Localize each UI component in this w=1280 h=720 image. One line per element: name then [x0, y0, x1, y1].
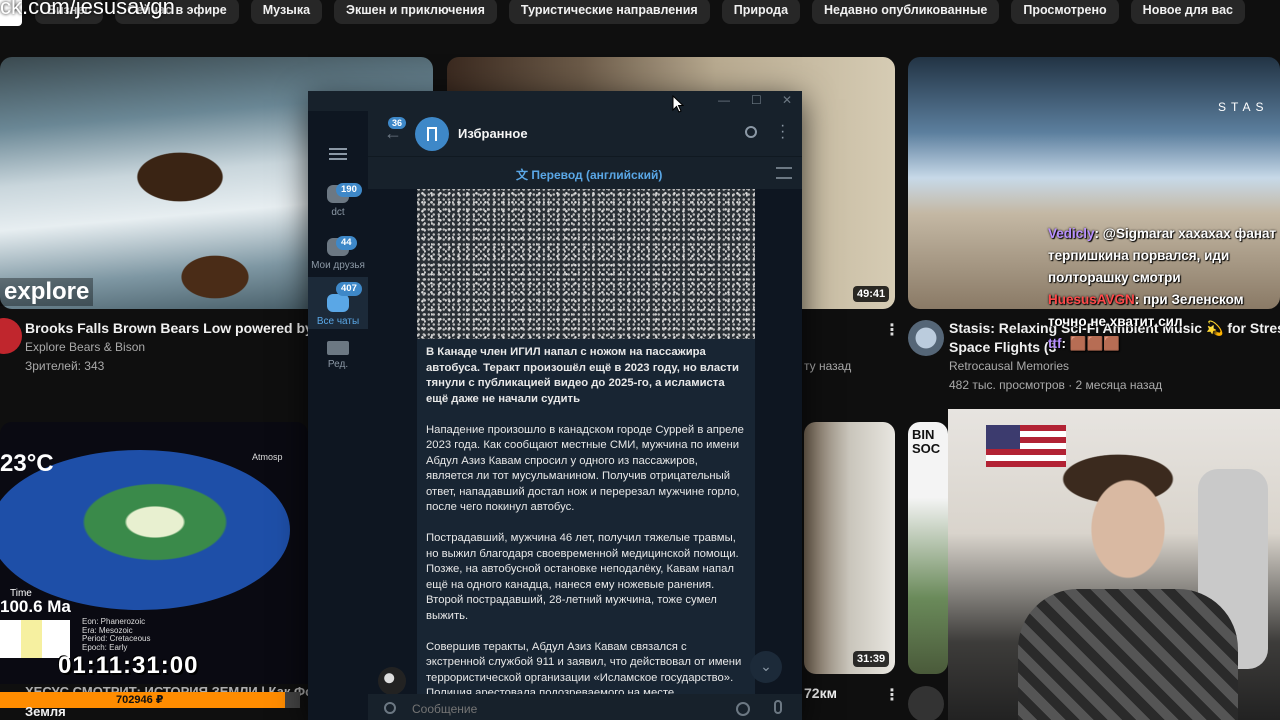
more-options-icon[interactable]: ⋮	[884, 320, 900, 340]
more-options-icon[interactable]: ⋮	[884, 685, 900, 705]
chat-nick: ttf	[1048, 336, 1062, 351]
stream-url-overlay: ck.com/jesusavgn	[0, 0, 175, 19]
bookmark-icon	[427, 127, 437, 141]
unread-badge: 190	[336, 183, 362, 197]
message-input[interactable]	[412, 700, 712, 718]
stream-timer: 01:11:31:00	[58, 652, 199, 679]
video-meta-bears: Brooks Falls Brown Bears Low powered by …	[25, 319, 335, 376]
channel-avatar[interactable]	[908, 686, 944, 720]
folder-sidebar: dct 190 Мои друзья 44 Все чаты 407 Ред.	[308, 111, 368, 720]
unread-badge: 44	[336, 236, 357, 250]
chat-nick: HuesusAVGN	[1048, 292, 1135, 307]
channel-avatar[interactable]	[908, 320, 944, 356]
emoji-icon[interactable]	[736, 702, 750, 716]
translate-settings-icon[interactable]	[776, 167, 792, 179]
folder-label: Мои друзья	[311, 260, 365, 271]
video-title-fragment[interactable]: 72км	[804, 684, 837, 703]
microphone-icon[interactable]	[774, 700, 782, 714]
message-paragraph: Пострадавший, мужчина 46 лет, получил тя…	[426, 532, 739, 622]
folder-label: Ред.	[327, 359, 349, 370]
message-text: В Канаде член ИГИЛ напал с ножом на пасс…	[417, 339, 755, 694]
search-icon[interactable]	[745, 126, 757, 138]
video-views: Зрителей: 343	[25, 359, 105, 373]
streamer-shirt	[1018, 589, 1238, 720]
close-icon[interactable]: ✕	[782, 93, 792, 107]
sliders-icon	[327, 341, 349, 355]
chip-watched[interactable]: Просмотрено	[1011, 0, 1119, 24]
maximize-icon[interactable]: ☐	[751, 93, 762, 107]
chat-message: HuesusAVGN: при Зеленском точно не хвати…	[1048, 289, 1280, 333]
video-channel[interactable]: Земля	[25, 704, 66, 719]
mouse-cursor-icon	[672, 95, 684, 113]
ship-logo-text: STAS	[1218, 100, 1269, 114]
folder-label: dct	[331, 207, 345, 218]
attach-icon[interactable]	[384, 702, 396, 714]
chip-nature[interactable]: Природа	[721, 0, 801, 24]
chip-new[interactable]: Новое для вас	[1130, 0, 1245, 24]
chip-music[interactable]: Музыка	[250, 0, 323, 24]
minimize-icon[interactable]: —	[718, 93, 730, 107]
window-titlebar[interactable]: — ☐ ✕	[308, 91, 802, 111]
translate-label: Перевод (английский)	[531, 168, 663, 182]
video-thumbnail-bin[interactable]	[908, 422, 948, 674]
chats-icon	[327, 294, 349, 312]
video-channel[interactable]: Explore Bears & Bison	[25, 338, 335, 357]
earth-temperature: 23°C	[0, 450, 54, 477]
unread-badge: 407	[336, 282, 362, 296]
earth-atmosphere-label: Atmosp	[252, 452, 283, 462]
chat-message: ttf: 🟫🟫🟫	[1048, 333, 1280, 355]
chat-header: ← 36 Избранное · · ·	[368, 111, 802, 157]
message-paragraph: Совершив теракты, Абдул Азиз Кавам связа…	[426, 640, 742, 695]
video-thumbnail-forest[interactable]	[804, 422, 895, 674]
translate-bar: 文 Перевод (английский)	[368, 157, 802, 189]
message-list[interactable]: В Канаде член ИГИЛ напал с ножом на пасс…	[368, 189, 802, 694]
category-chips: Бизнес Сейчас в эфире Музыка Экшен и при…	[0, 0, 1280, 28]
sender-avatar[interactable]	[378, 667, 406, 694]
usa-flag-pillow	[986, 425, 1066, 467]
explore-logo: explore	[0, 278, 94, 306]
chip-travel[interactable]: Туристические направления	[508, 0, 710, 24]
chip-action[interactable]: Экшен и приключения	[334, 0, 497, 24]
more-vertical-icon[interactable]: · · ·	[780, 118, 785, 146]
telegram-window: — ☐ ✕ dct 190 Мои друзья 44 Все чаты 407…	[308, 91, 802, 720]
video-title[interactable]: Brooks Falls Brown Bears Low powered by …	[25, 319, 335, 338]
channel-avatar[interactable]	[0, 318, 22, 354]
message-video-preview[interactable]	[417, 189, 755, 339]
message-paragraph: Нападение произошло в канадском городе С…	[426, 423, 744, 514]
chat-nick: Vedicly	[1048, 226, 1095, 241]
message-headline: В Канаде член ИГИЛ напал с ножом на пасс…	[426, 346, 739, 405]
duration-badge: 49:41	[853, 286, 890, 302]
folder-dct[interactable]: dct 190	[308, 183, 368, 229]
stream-chat-overlay: Vedicly: @Sigmarar хахахах фанат терпишк…	[1048, 223, 1280, 355]
chat-message: Vedicly: @Sigmarar хахахах фанат терпишк…	[1048, 223, 1280, 289]
bin-logo-text: BIN SOC	[912, 428, 941, 456]
video-meta-fragment: ту назад	[804, 359, 852, 373]
chat-title[interactable]: Избранное	[458, 126, 528, 141]
translate-button[interactable]: 文 Перевод (английский)	[516, 166, 662, 183]
earth-time-value: 100.6 Ma	[0, 597, 71, 616]
folder-edit[interactable]: Ред.	[308, 341, 368, 381]
streamer-webcam	[948, 409, 1280, 720]
translate-icon: 文	[516, 168, 529, 182]
menu-icon[interactable]	[329, 148, 347, 160]
scroll-down-icon[interactable]: ⌄	[750, 651, 782, 683]
folder-all-chats[interactable]: Все чаты 407	[308, 277, 368, 329]
video-channel[interactable]: Retrocausal Memories	[949, 357, 1280, 376]
duration-badge: 31:39	[853, 651, 890, 667]
earth-era-info: Eon: Phanerozoic Era: Mesozoic Period: C…	[82, 617, 150, 652]
donation-amount: 702946 ₽	[116, 694, 164, 706]
saved-messages-avatar[interactable]	[415, 117, 449, 151]
back-unread-badge: 36	[388, 117, 407, 129]
chip-recent[interactable]: Недавно опубликованные	[812, 0, 1000, 24]
emote-icon: 🟫🟫🟫	[1069, 336, 1121, 351]
message-bubble[interactable]: В Канаде член ИГИЛ напал с ножом на пасс…	[417, 189, 755, 694]
era-line: Epoch: Early	[82, 642, 128, 652]
folder-label: Все чаты	[316, 316, 360, 327]
chat-text: :	[1061, 336, 1067, 351]
message-composer	[368, 694, 802, 720]
video-views: 482 тыс. просмотров · 2 месяца назад	[949, 378, 1163, 392]
